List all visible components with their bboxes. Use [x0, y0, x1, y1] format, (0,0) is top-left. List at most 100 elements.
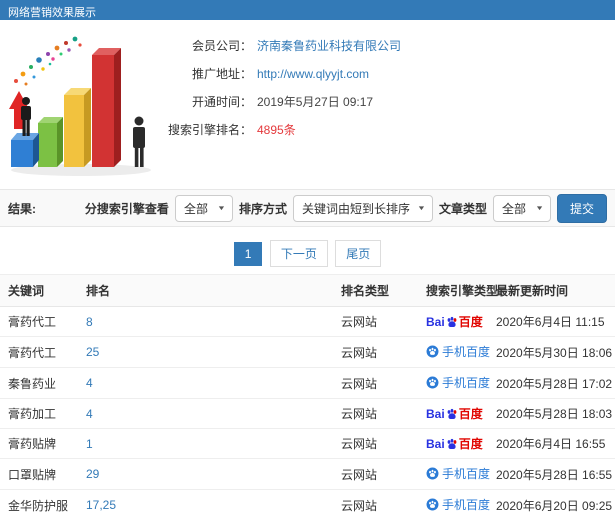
- keyword-cell: 膏药加工: [0, 398, 78, 429]
- rank-type-cell: 云网站: [333, 367, 418, 399]
- mobile-baidu-logo: 手机百度: [426, 343, 490, 360]
- updated-cell: 2020年6月20日 09:25: [488, 489, 615, 520]
- open-time-row: 开通时间： 2019年5月27日 09:17: [166, 93, 609, 110]
- table-row: 膏药贴牌 1 云网站 Bai 百度 2020年6月4日 16:55: [0, 428, 615, 459]
- rank-link[interactable]: 25: [86, 345, 99, 359]
- engine-select[interactable]: 全部 ▼: [174, 194, 233, 222]
- table-row: 口罩贴牌 29 云网站 手机百度 2020年5月28日 16:55: [0, 458, 615, 490]
- filter-bar: 结果: 分搜索引擎查看 全部 ▼ 排序方式 关键词由短到长排序 ▼ 文章类型 全…: [0, 189, 615, 227]
- baidu-paw-icon: [447, 408, 457, 419]
- rank-type-cell: 云网站: [333, 428, 418, 459]
- next-page-button[interactable]: 下一页: [269, 240, 328, 267]
- rank-link[interactable]: 1: [86, 437, 93, 451]
- rank-count-label: 搜索引擎排名：: [167, 123, 252, 137]
- engine-cell: 手机百度: [418, 458, 490, 490]
- yellow-bar: [64, 88, 91, 167]
- page-current[interactable]: 1: [233, 242, 263, 266]
- rank-type-cell: 云网站: [333, 306, 418, 337]
- rank-link[interactable]: 17,25: [86, 498, 116, 512]
- keyword-cell: 膏药贴牌: [0, 428, 78, 459]
- chevron-down-icon: ▼: [217, 204, 226, 212]
- table-row: 膏药加工 4 云网站 Bai 百度 2020年5月28日 18:03: [0, 398, 615, 429]
- table-header-row: 关键词 排名 排名类型 搜索引擎类型 最新更新时间: [0, 274, 615, 307]
- updated-cell: 2020年5月28日 18:03: [488, 398, 615, 429]
- engine-cell: 手机百度: [418, 336, 490, 368]
- company-link[interactable]: 济南秦鲁药业科技有限公司: [257, 37, 401, 54]
- member-info: 会员公司： 济南秦鲁药业科技有限公司 推广地址： http://www.qlyy…: [166, 29, 609, 179]
- rank-link[interactable]: 4: [86, 407, 93, 421]
- rank-type-cell: 云网站: [333, 336, 418, 368]
- updated-cell: 2020年6月4日 11:15: [488, 306, 615, 337]
- baidu-logo: Bai 百度: [426, 314, 483, 330]
- rank-count-value: 4895条: [257, 123, 296, 137]
- mobile-baidu-icon: [426, 498, 439, 511]
- table-body: 膏药代工 8 云网站 Bai 百度 2020年6月4日 11:15 膏药代工 25 云网站 手机百…: [0, 306, 615, 520]
- rank-cell: 4: [78, 367, 333, 399]
- engine-filter-label: 分搜索引擎查看: [84, 201, 169, 216]
- company-label: 会员公司：: [191, 39, 252, 53]
- rank-cell: 25: [78, 336, 333, 368]
- baidu-paw-icon: [447, 438, 457, 449]
- green-bar: [38, 117, 63, 167]
- column-header: 搜索引擎类型: [418, 274, 498, 307]
- results-table: 关键词 排名 排名类型 搜索引擎类型 最新更新时间 膏药代工 8 云网站 Bai 百度 2020年…: [0, 274, 615, 520]
- rank-type-cell: 云网站: [333, 489, 418, 520]
- company-row: 会员公司： 济南秦鲁药业科技有限公司: [166, 37, 609, 54]
- summary-section: 会员公司： 济南秦鲁药业科技有限公司 推广地址： http://www.qlyy…: [0, 20, 615, 189]
- column-header: 关键词: [0, 274, 78, 307]
- last-page-button[interactable]: 尾页: [335, 240, 382, 267]
- baidu-logo: Bai 百度: [426, 436, 483, 452]
- promo-url-label: 推广地址：: [191, 67, 252, 81]
- open-time-value: 2019年5月27日 09:17: [257, 95, 374, 109]
- filter-controls: 分搜索引擎查看 全部 ▼ 排序方式 关键词由短到长排序 ▼ 文章类型 全部 ▼ …: [84, 193, 607, 223]
- keyword-cell: 口罩贴牌: [0, 458, 78, 490]
- baidu-logo: Bai 百度: [426, 406, 483, 422]
- sort-filter-label: 排序方式: [238, 201, 287, 216]
- table-row: 金华防护服 17,25 云网站 手机百度 2020年6月20日 09:25: [0, 489, 615, 520]
- page-title: 网络营销效果展示: [0, 0, 615, 20]
- baidu-paw-icon: [447, 316, 457, 327]
- businessman-figure-right: [133, 116, 145, 167]
- rank-link[interactable]: 29: [86, 467, 99, 481]
- updated-cell: 2020年5月28日 17:02: [488, 367, 615, 399]
- table-row: 膏药代工 25 云网站 手机百度 2020年5月30日 18:06: [0, 336, 615, 368]
- mobile-baidu-logo: 手机百度: [426, 374, 490, 391]
- sort-select-value: 关键词由短到长排序: [301, 201, 410, 216]
- rank-cell: 29: [78, 458, 333, 490]
- rank-cell: 8: [78, 306, 333, 337]
- rank-link[interactable]: 8: [86, 315, 93, 329]
- mobile-baidu-icon: [426, 467, 439, 480]
- mobile-baidu-icon: [426, 345, 439, 358]
- rank-link[interactable]: 4: [86, 376, 93, 390]
- table-row: 膏药代工 8 云网站 Bai 百度 2020年6月4日 11:15: [0, 306, 615, 337]
- rank-type-cell: 云网站: [333, 398, 418, 429]
- chevron-down-icon: ▼: [417, 204, 426, 212]
- article-type-select[interactable]: 全部 ▼: [492, 194, 551, 222]
- submit-button[interactable]: 提交: [556, 193, 607, 223]
- keyword-cell: 金华防护服: [0, 489, 78, 520]
- sort-select[interactable]: 关键词由短到长排序 ▼: [292, 194, 433, 222]
- column-header: 排名类型: [333, 274, 418, 307]
- chevron-down-icon: ▼: [535, 204, 544, 212]
- rank-cell: 1: [78, 428, 333, 459]
- results-label: 结果:: [8, 201, 36, 216]
- businessman-figure-left: [21, 97, 31, 136]
- updated-cell: 2020年5月28日 16:55: [488, 458, 615, 490]
- rank-cell: 4: [78, 398, 333, 429]
- engine-cell: Bai 百度: [418, 398, 488, 429]
- updated-cell: 2020年5月30日 18:06: [488, 336, 615, 368]
- mobile-baidu-logo: 手机百度: [426, 465, 490, 482]
- keyword-cell: 秦鲁药业: [0, 367, 78, 399]
- promo-url-link[interactable]: http://www.qlyyjt.com: [257, 67, 369, 81]
- marketing-clipart: [9, 36, 151, 176]
- updated-cell: 2020年6月4日 16:55: [488, 428, 615, 459]
- column-header: 最新更新时间: [488, 274, 615, 307]
- mobile-baidu-icon: [426, 376, 439, 389]
- promo-url-row: 推广地址： http://www.qlyyjt.com: [166, 65, 609, 82]
- column-header: 排名: [78, 274, 333, 307]
- engine-select-value: 全部: [183, 201, 208, 216]
- rank-count-row: 搜索引擎排名： 4895条: [166, 121, 609, 138]
- confetti-dots: [14, 36, 82, 86]
- rank-cell: 17,25: [78, 489, 333, 520]
- engine-cell: Bai 百度: [418, 428, 488, 459]
